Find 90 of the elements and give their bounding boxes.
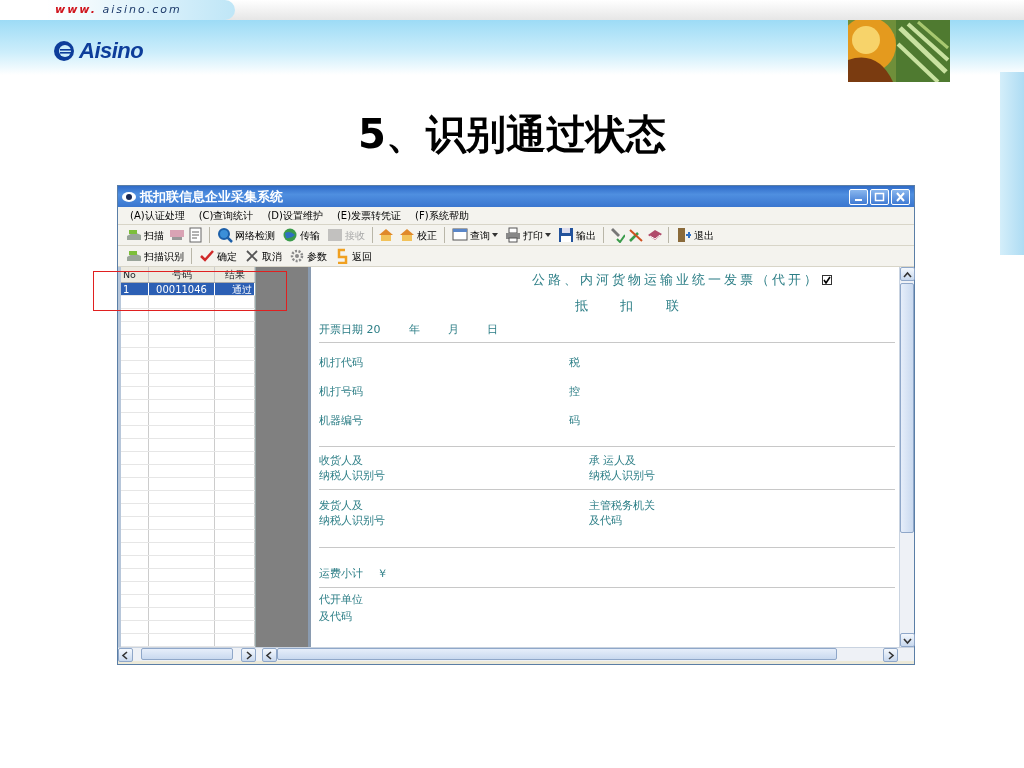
window-title: 抵扣联信息企业采集系统 [140, 187, 284, 206]
eye-icon [122, 190, 136, 203]
printer-icon [505, 227, 521, 243]
maximize-icon [873, 190, 886, 203]
square-icon [327, 227, 343, 243]
field-label: 主管税务机关 [589, 498, 655, 513]
toolbar-button[interactable]: 退出 [674, 225, 716, 245]
checkbox[interactable] [822, 275, 832, 285]
caret-icon [492, 233, 498, 237]
toolbar-button[interactable]: 传输 [280, 225, 322, 245]
field-label: 日 [486, 322, 498, 339]
toolbar-button[interactable]: 取消 [242, 246, 284, 266]
scroll-left-button[interactable] [118, 648, 133, 662]
magnifier-icon [217, 227, 233, 243]
slide-title: 5、识别通过状态 [357, 110, 667, 159]
field-label: 月 [447, 322, 459, 339]
scroll-down-button[interactable] [900, 633, 915, 647]
cross-icon [244, 248, 260, 264]
window-icon [452, 227, 468, 243]
toolbar-button[interactable]: 参数 [287, 246, 329, 266]
field-label: 发货人及 [319, 498, 364, 513]
menu-item[interactable]: (C)查询统计 [198, 208, 254, 223]
globe-icon [282, 227, 298, 243]
minimize-icon [855, 199, 862, 201]
menu-item[interactable]: (E)发票转凭证 [336, 208, 402, 223]
scrollbar-thumb[interactable] [900, 283, 914, 533]
list-row[interactable]: 1 00011046 通过 [121, 283, 255, 296]
field-label: 承 运人及 [589, 453, 638, 468]
close-button[interactable] [891, 188, 910, 205]
toolbar-button[interactable]: 返回 [332, 246, 374, 266]
field-label: 机打号码 [319, 384, 364, 401]
house-icon [399, 227, 415, 243]
field-label: 收货人及 [319, 453, 364, 468]
house-icon[interactable] [378, 227, 394, 243]
toolbar-button[interactable]: 校正 [397, 225, 439, 245]
field-label: 及代码 [589, 513, 623, 528]
field-label: 及代码 [319, 609, 353, 625]
maximize-button[interactable] [870, 188, 889, 205]
toolbar-button[interactable]: 网络检测 [215, 225, 277, 245]
field-label: 控 [569, 384, 580, 401]
chevron-right-icon [886, 650, 895, 660]
field-label: 代开单位 [319, 592, 364, 608]
field-label: 机打代码 [319, 355, 364, 372]
scroll-right-button[interactable] [241, 648, 256, 662]
toolbar-button[interactable]: 输出 [556, 225, 598, 245]
toolbar-button[interactable]: 打印 [503, 225, 553, 245]
field-label: 运费小计 [319, 565, 363, 582]
scroll-right-button[interactable] [883, 648, 898, 662]
minimize-button[interactable] [849, 188, 868, 205]
logo-text: Aisino [79, 37, 144, 65]
tools-icon[interactable] [609, 227, 625, 243]
wrench-icon[interactable] [628, 227, 644, 243]
scanner-icon [126, 248, 142, 264]
gear-icon [289, 248, 305, 264]
field-label: 码 [569, 413, 580, 430]
logo-icon [52, 38, 76, 63]
field-label: 税 [569, 355, 580, 372]
invoice-title: 公路、内河货物运输业统一发票（代开） [532, 271, 820, 290]
card-icon[interactable] [169, 227, 185, 243]
check-icon [823, 276, 831, 284]
scanner-icon [126, 227, 142, 243]
invoice-subtitle: 抵 扣 联 [574, 297, 680, 315]
field-label: 纳税人识别号 [319, 468, 386, 483]
menu-item[interactable]: (A)认证处理 [130, 208, 185, 223]
currency-symbol: ￥ [377, 565, 388, 582]
menu-item[interactable]: (F)系统帮助 [415, 208, 469, 223]
toolbar-button[interactable]: 确定 [197, 246, 239, 266]
menu-item[interactable]: (D)设置维护 [267, 208, 323, 223]
field-label: 纳税人识别号 [319, 513, 386, 528]
chevron-left-icon [121, 650, 130, 660]
chevron-right-icon [244, 650, 253, 660]
toolbar-button[interactable]: 扫描识别 [124, 246, 186, 266]
chevron-left-icon [265, 650, 274, 660]
book-icon[interactable] [647, 227, 663, 243]
website-url: www. aisino.com [55, 1, 182, 18]
close-icon [894, 190, 907, 203]
scroll-left-button[interactable] [262, 648, 277, 662]
field-label: 开票日期 20 [319, 322, 381, 339]
scrollbar-thumb[interactable] [277, 648, 837, 660]
scroll-up-button[interactable] [900, 267, 915, 281]
field-label: 年 [408, 322, 420, 339]
caret-icon [545, 233, 551, 237]
door-icon [676, 227, 692, 243]
toolbar-button[interactable]: 扫描 [124, 225, 166, 245]
field-label: 纳税人识别号 [589, 468, 655, 483]
chevron-up-icon [903, 269, 912, 279]
scrollbar-thumb[interactable] [141, 648, 233, 660]
check-icon [199, 248, 215, 264]
field-label: 机器编号 [319, 413, 364, 430]
toolbar-button[interactable]: 查询 [450, 225, 500, 245]
